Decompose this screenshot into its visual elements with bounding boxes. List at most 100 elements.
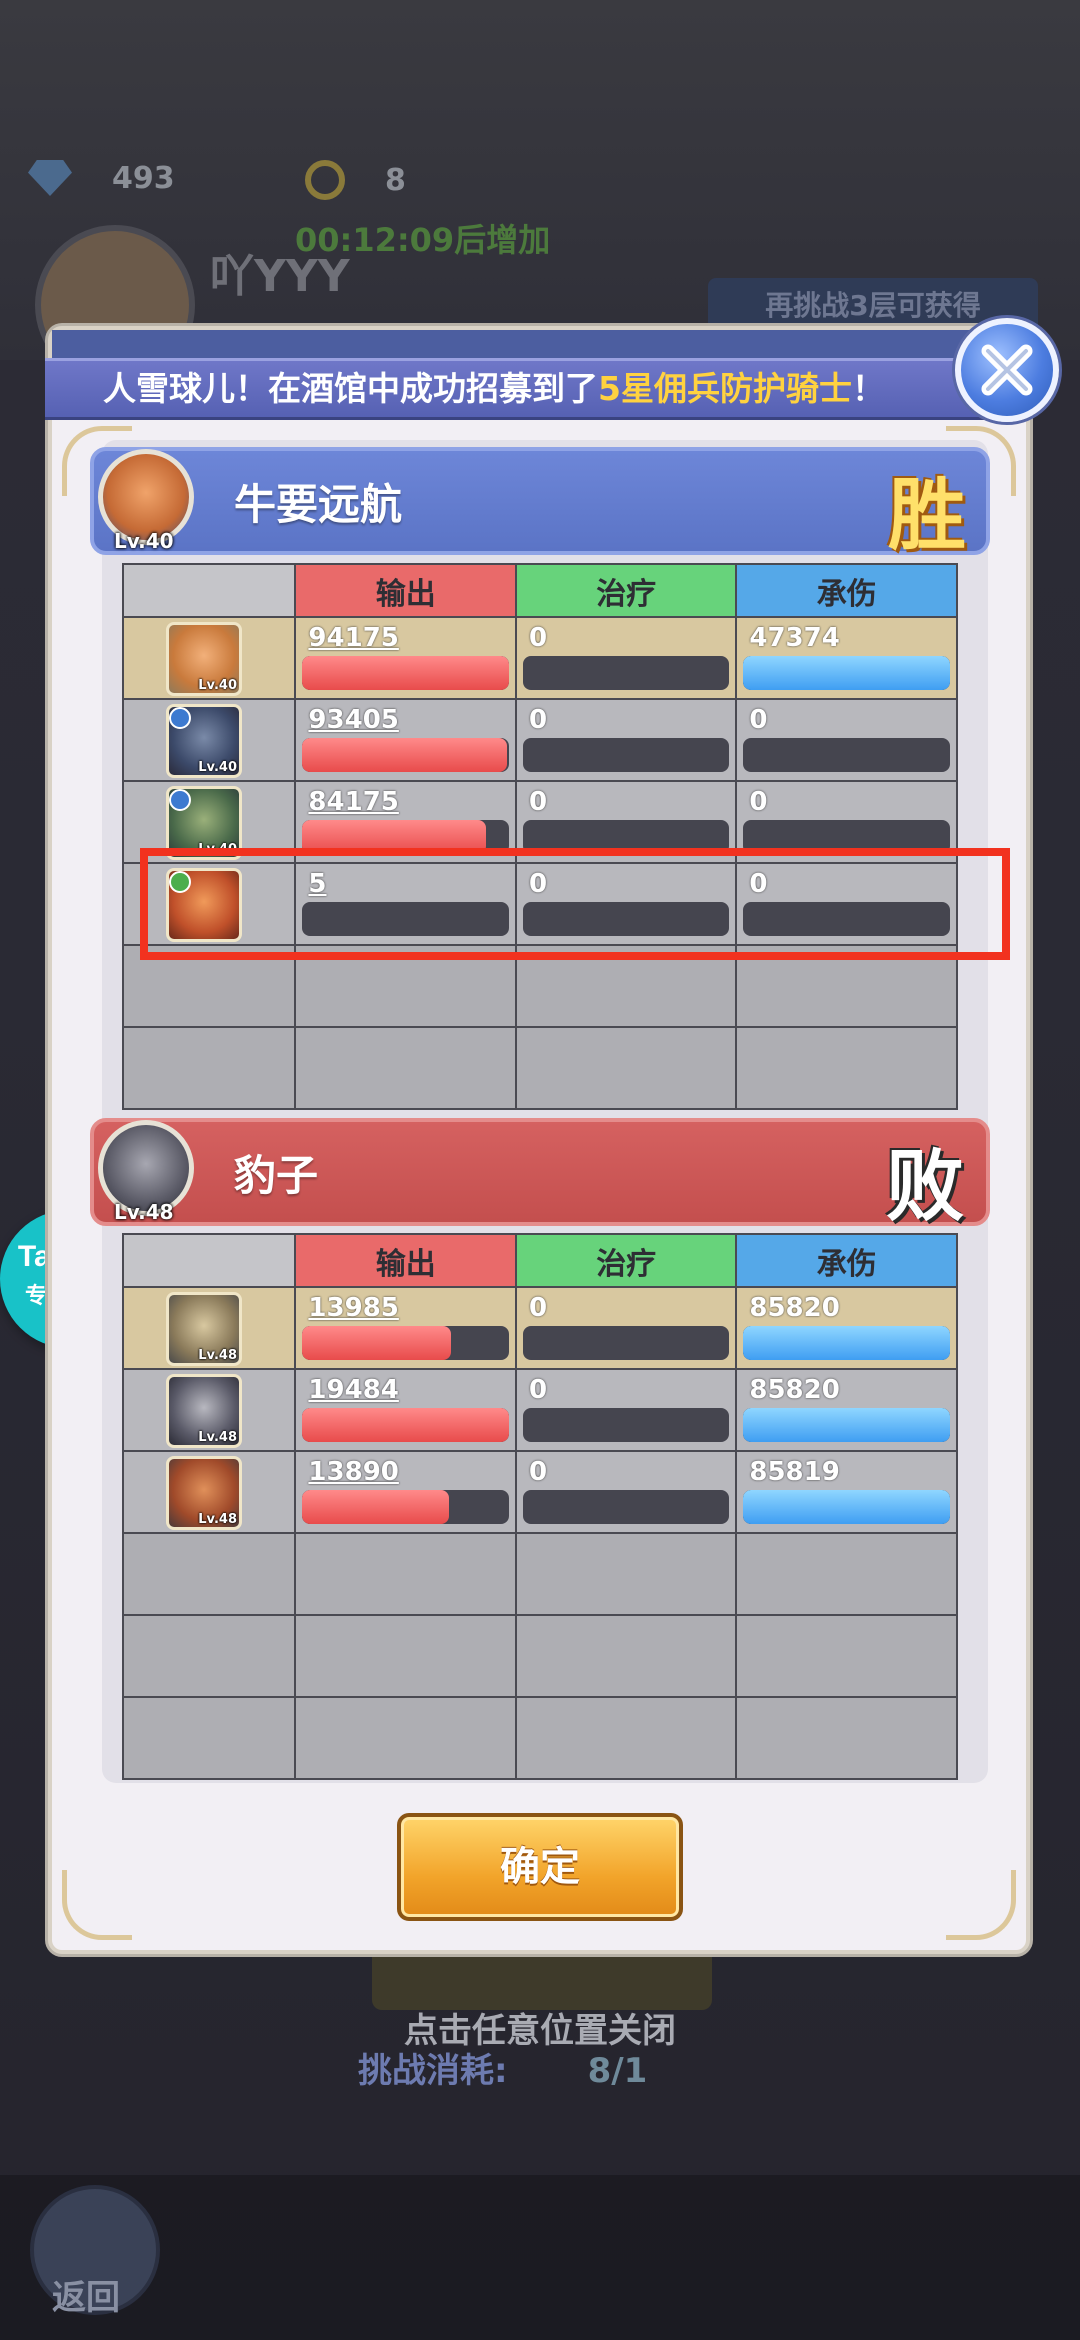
recruit-announcement: 人雪球儿！在酒馆中成功招募到了5星佣兵防护骑士！	[45, 358, 985, 420]
hero-level: Lv.48	[198, 1348, 237, 1363]
winner-level: Lv.40	[114, 529, 174, 553]
table-header-row: 输出 治疗 承伤	[121, 563, 958, 618]
table-row: Lv.40 94175 0 47374	[121, 616, 958, 700]
table-row: Lv.48 19484 0 85820	[121, 1368, 958, 1452]
empty-cell	[735, 1614, 958, 1698]
damage-bar	[302, 1408, 510, 1442]
damage-value: 19484	[308, 1375, 399, 1405]
empty-cell	[294, 1614, 518, 1698]
tank-value: 85820	[749, 1375, 840, 1405]
announcement-text: 人雪球儿！在酒馆中成功招募到了	[103, 369, 598, 408]
announcement-end: ！	[851, 369, 885, 408]
tank-bar	[743, 1326, 950, 1360]
table-row: Lv.48 13985 0 85820	[121, 1286, 958, 1370]
loser-stats-table: 输出 治疗 承伤 Lv.48 13985 0 85820 Lv.48 19484…	[121, 1233, 958, 1780]
damage-column-header: 输出	[294, 1233, 518, 1288]
empty-row	[121, 1614, 958, 1698]
heal-value: 0	[529, 1457, 548, 1487]
announcement-hero-wrap: 防护骑士	[720, 369, 852, 408]
damage-cell: 13890	[294, 1450, 518, 1534]
hero-portrait[interactable]: Lv.48	[166, 1374, 242, 1448]
winner-team-header: Lv.40 牛要远航 胜	[90, 447, 990, 561]
gem-counter: 493	[28, 160, 175, 196]
tank-value: 0	[749, 705, 768, 735]
loser-team-name: 豹子	[234, 1151, 319, 1200]
corner-ornament	[946, 1870, 1016, 1940]
damage-bar-fill	[302, 738, 507, 772]
challenge-cost: 挑战消耗: 8/1	[358, 2043, 647, 2092]
heal-cell: 0	[515, 1368, 738, 1452]
loser-level: Lv.48	[114, 1200, 174, 1224]
heal-value: 0	[529, 1293, 548, 1323]
heal-column-header: 治疗	[515, 1233, 738, 1288]
heal-value: 0	[529, 623, 548, 653]
hero-column-header	[121, 563, 297, 618]
heal-column-header: 治疗	[515, 563, 738, 618]
hero-cell: Lv.40	[121, 698, 297, 782]
cost-value: 8/1	[587, 2051, 648, 2091]
tank-bar	[743, 738, 950, 772]
announcement-star: 5星佣兵	[598, 369, 720, 408]
heal-bar	[523, 738, 730, 772]
hero-portrait[interactable]: Lv.48	[166, 1456, 242, 1530]
tank-bar-fill	[743, 656, 950, 690]
close-icon	[981, 344, 1033, 396]
damage-value: 84175	[308, 787, 399, 817]
tank-column-header: 承伤	[735, 1233, 958, 1288]
hero-column-header	[121, 1233, 297, 1288]
table-row: Lv.40 93405 0 0	[121, 698, 958, 782]
tank-bar	[743, 656, 950, 690]
damage-cell: 13985	[294, 1286, 518, 1370]
hero-level: Lv.40	[198, 678, 237, 693]
damage-bar-fill	[302, 656, 510, 690]
heal-value: 0	[529, 1375, 548, 1405]
key-count: 8	[385, 162, 406, 198]
empty-row	[121, 1696, 958, 1780]
tank-cell: 85819	[735, 1450, 958, 1534]
heal-bar	[523, 1490, 730, 1524]
damage-bar	[302, 1326, 510, 1360]
winner-stats-table: 输出 治疗 承伤 Lv.40 94175 0 47374 Lv.40 93405…	[121, 563, 958, 1110]
damage-bar	[302, 1490, 510, 1524]
tank-cell: 85820	[735, 1286, 958, 1370]
hero-level: Lv.48	[198, 1430, 237, 1445]
defeat-label: 败	[885, 1142, 964, 1232]
tank-value: 85820	[749, 1293, 840, 1323]
confirm-button[interactable]: 确定	[397, 1813, 683, 1921]
empty-cell	[515, 1026, 738, 1110]
tank-bar	[743, 1490, 950, 1524]
winner-team-name: 牛要远航	[234, 480, 403, 529]
hero-portrait[interactable]: Lv.40	[166, 704, 242, 778]
victory-label: 胜	[887, 471, 966, 561]
key-icon	[305, 160, 345, 200]
damage-cell: 94175	[294, 616, 518, 700]
tank-bar	[743, 1408, 950, 1442]
tank-value: 0	[749, 787, 768, 817]
tank-value: 47374	[749, 623, 840, 653]
empty-cell	[294, 1532, 518, 1616]
heal-bar	[523, 1326, 730, 1360]
loser-team-header: Lv.48 豹子 败	[90, 1118, 990, 1232]
hero-portrait[interactable]: Lv.40	[166, 622, 242, 696]
hero-cell: Lv.48	[121, 1286, 297, 1370]
close-button[interactable]	[955, 318, 1059, 422]
damage-cell: 19484	[294, 1368, 518, 1452]
heal-cell: 0	[515, 1450, 738, 1534]
empty-cell	[515, 1614, 738, 1698]
hero-portrait[interactable]: Lv.48	[166, 1292, 242, 1366]
empty-cell	[735, 1696, 958, 1780]
cost-label: 挑战消耗:	[358, 2051, 508, 2091]
tank-cell: 85820	[735, 1368, 958, 1452]
table-header-row: 输出 治疗 承伤	[121, 1233, 958, 1288]
class-icon	[169, 789, 191, 811]
heal-cell: 0	[515, 616, 738, 700]
announcement-hero: 防护骑士	[719, 369, 852, 408]
heal-value: 0	[529, 787, 548, 817]
bottom-bar	[0, 2175, 1080, 2340]
tank-bar-fill	[743, 1326, 950, 1360]
empty-cell	[515, 1696, 738, 1780]
highlight-box	[140, 848, 1010, 960]
empty-cell	[294, 1696, 518, 1780]
empty-row	[121, 1532, 958, 1616]
damage-value: 13985	[308, 1293, 399, 1323]
